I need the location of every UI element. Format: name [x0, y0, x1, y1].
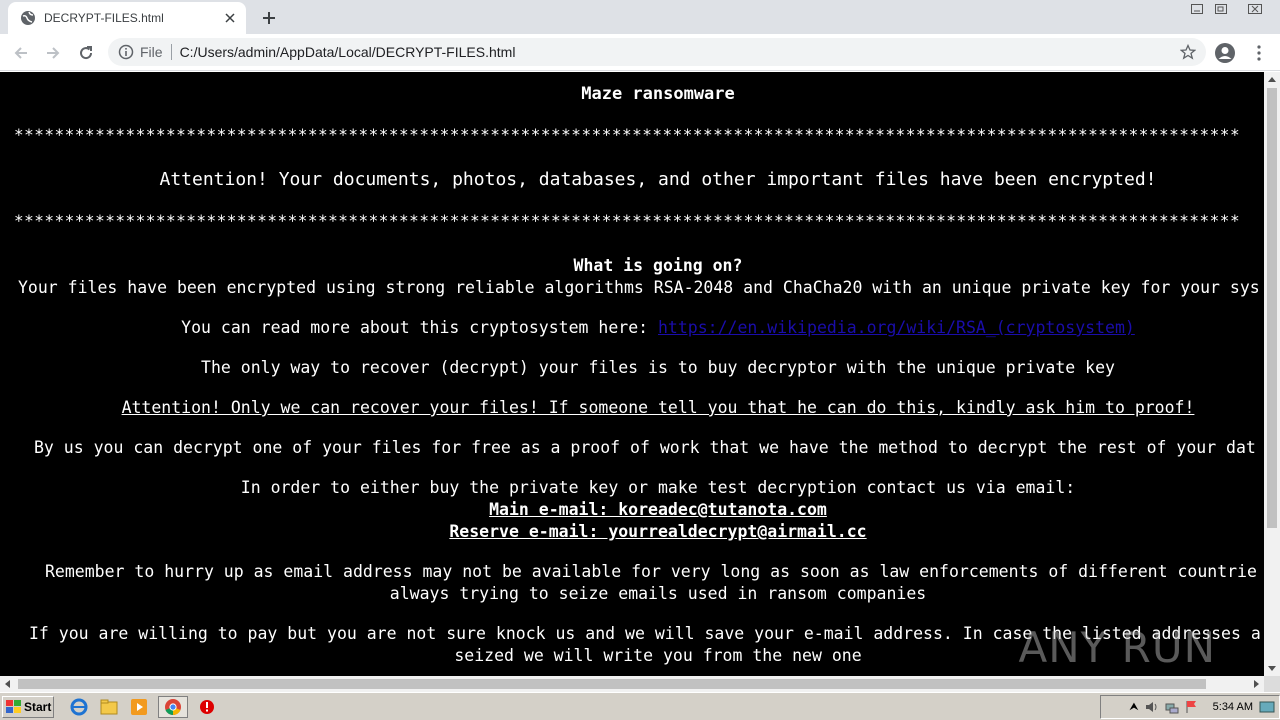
- scheme-label: File: [140, 44, 163, 60]
- tab-decrypt-files[interactable]: DECRYPT-FILES.html: [8, 2, 246, 34]
- horizontal-scrollbar[interactable]: [0, 676, 1264, 692]
- account-icon: [1215, 43, 1235, 63]
- stars-divider-top: ****************************************…: [14, 125, 1241, 144]
- remember-line-1: Remember to hurry up as email address ma…: [45, 562, 1257, 581]
- wikipedia-link[interactable]: https://en.wikipedia.org/wiki/RSA_(crypt…: [658, 318, 1135, 337]
- attention-headline: Attention! Your documents, photos, datab…: [159, 169, 1157, 190]
- proof-of-work-line: By us you can decrypt one of your files …: [34, 438, 1256, 457]
- media-player-taskbar-icon[interactable]: [128, 696, 150, 718]
- chrome-taskbar-icon[interactable]: [158, 695, 188, 718]
- stars-divider-bottom: ****************************************…: [14, 211, 1241, 230]
- remember-line-2: always trying to seize emails used in ra…: [389, 584, 927, 603]
- close-window-button[interactable]: [1240, 0, 1270, 18]
- anyrun-watermark: ANY RUN: [1019, 623, 1217, 672]
- address-bar[interactable]: File C:/Users/admin/AppData/Local/DECRYP…: [108, 38, 1206, 66]
- scrollbar-corner: [1264, 676, 1280, 692]
- reserve-email[interactable]: Reserve e-mail: yourrealdecrypt@airmail.…: [0, 521, 1264, 543]
- profile-button[interactable]: [1212, 40, 1238, 66]
- arrow-right-icon: [47, 47, 60, 59]
- tray-expand-icon[interactable]: ⮝: [1129, 701, 1138, 714]
- system-tray: ⮝ 5:34 AM: [1100, 695, 1280, 719]
- forward-button[interactable]: [40, 40, 66, 66]
- tab-title: DECRYPT-FILES.html: [44, 11, 164, 25]
- start-button[interactable]: Start: [2, 695, 54, 718]
- show-desktop-icon[interactable]: [1259, 700, 1275, 714]
- page-viewport: Maze ransomware ************************…: [0, 72, 1264, 676]
- start-label: Start: [24, 699, 52, 714]
- vertical-scroll-thumb[interactable]: [1267, 88, 1277, 528]
- network-icon[interactable]: [1165, 700, 1179, 714]
- reload-button[interactable]: [73, 40, 99, 66]
- volume-icon[interactable]: [1145, 700, 1159, 714]
- vertical-scrollbar[interactable]: [1264, 72, 1280, 676]
- scroll-down-icon[interactable]: [1268, 666, 1276, 672]
- info-icon[interactable]: [118, 44, 134, 60]
- explorer-taskbar-icon[interactable]: [98, 696, 120, 718]
- new-tab-button[interactable]: [258, 7, 280, 29]
- tab-strip: DECRYPT-FILES.html: [0, 0, 1280, 34]
- read-more-line: You can read more about this cryptosyste…: [0, 317, 1264, 339]
- scroll-right-icon[interactable]: [1254, 680, 1260, 688]
- kebab-menu-icon: [1257, 45, 1261, 61]
- ie-taskbar-icon[interactable]: [68, 696, 90, 718]
- menu-button[interactable]: [1246, 40, 1272, 66]
- clock[interactable]: 5:34 AM: [1213, 701, 1253, 713]
- only-way-line: The only way to recover (decrypt) your f…: [201, 358, 1115, 377]
- reload-icon: [80, 46, 93, 60]
- browser-toolbar: File C:/Users/admin/AppData/Local/DECRYP…: [0, 34, 1280, 71]
- stop-sign-taskbar-icon[interactable]: [196, 696, 218, 718]
- bookmark-star-icon[interactable]: [1178, 42, 1198, 62]
- flag-icon[interactable]: [1185, 700, 1199, 714]
- url-text[interactable]: C:/Users/admin/AppData/Local/DECRYPT-FIL…: [180, 44, 1178, 60]
- windows-taskbar: Start ⮝ 5:34 AM: [0, 692, 1280, 720]
- scroll-left-icon[interactable]: [4, 680, 10, 688]
- read-more-prefix: You can read more about this cryptosyste…: [181, 318, 658, 337]
- encryption-description: Your files have been encrypted using str…: [18, 278, 1260, 297]
- scroll-up-icon[interactable]: [1268, 76, 1276, 82]
- windows-logo-icon: [6, 699, 21, 713]
- what-is-going-on-heading: What is going on?: [573, 256, 743, 275]
- watermark-text: ANY RUN: [1018, 623, 1216, 672]
- back-button[interactable]: [8, 40, 34, 66]
- minimize-button[interactable]: [1184, 0, 1210, 18]
- contact-line: In order to either buy the private key o…: [240, 478, 1076, 497]
- close-tab-icon[interactable]: [222, 10, 238, 26]
- note-title: Maze ransomware: [581, 84, 735, 104]
- omnibox-separator: [170, 44, 172, 60]
- horizontal-scroll-thumb[interactable]: [18, 679, 1206, 689]
- restore-button[interactable]: [1208, 0, 1234, 18]
- attention-only-line: Attention! Only we can recover your file…: [121, 398, 1195, 417]
- globe-icon: [21, 11, 35, 25]
- main-email[interactable]: Main e-mail: koreadec@tutanota.com: [0, 499, 1264, 521]
- arrow-left-icon: [14, 47, 27, 59]
